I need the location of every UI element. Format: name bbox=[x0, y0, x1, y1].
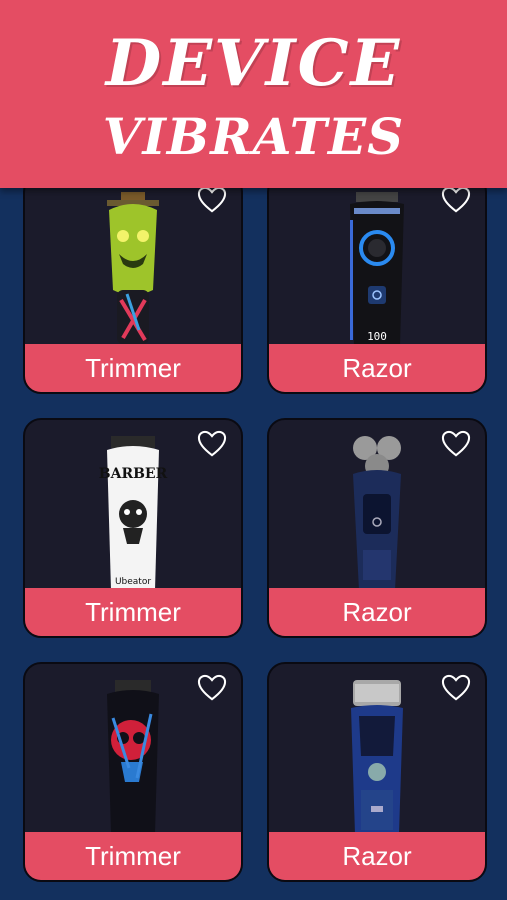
svg-text:100: 100 bbox=[367, 330, 387, 343]
heart-icon[interactable] bbox=[441, 430, 471, 458]
heart-icon[interactable] bbox=[197, 674, 227, 702]
card-label: Trimmer bbox=[25, 832, 241, 880]
card-label: Razor bbox=[269, 588, 485, 636]
device-card-trimmer-1[interactable]: Trimmer bbox=[23, 174, 243, 394]
device-card-razor-1[interactable]: 100 Razor bbox=[267, 174, 487, 394]
card-label: Razor bbox=[269, 344, 485, 392]
heart-icon[interactable] bbox=[197, 186, 227, 214]
card-label: Trimmer bbox=[25, 344, 241, 392]
device-card-razor-2[interactable]: Razor bbox=[267, 418, 487, 638]
heart-icon[interactable] bbox=[441, 674, 471, 702]
foil-shaver-image bbox=[351, 680, 403, 834]
heart-icon[interactable] bbox=[441, 186, 471, 214]
title-line2: VIBRATES bbox=[102, 107, 405, 166]
svg-text:BARBER: BARBER bbox=[99, 466, 168, 482]
device-card-trimmer-3[interactable]: Trimmer bbox=[23, 662, 243, 882]
black-trimmer-image: 100 bbox=[350, 192, 404, 346]
svg-text:Ubeator: Ubeator bbox=[115, 577, 151, 587]
heart-icon[interactable] bbox=[197, 430, 227, 458]
card-label: Trimmer bbox=[25, 588, 241, 636]
title-line1: DEVICE bbox=[105, 26, 402, 101]
barber-clipper-image: BARBER Ubeator bbox=[99, 436, 168, 590]
skull-clipper-image bbox=[107, 680, 159, 834]
device-card-trimmer-2[interactable]: BARBER Ubeator Trimmer bbox=[23, 418, 243, 638]
green-clipper-image bbox=[107, 192, 159, 344]
rotary-shaver-image bbox=[353, 436, 401, 590]
card-label: Razor bbox=[269, 832, 485, 880]
header-banner: DEVICE VIBRATES bbox=[0, 0, 507, 188]
device-card-razor-3[interactable]: Razor bbox=[267, 662, 487, 882]
